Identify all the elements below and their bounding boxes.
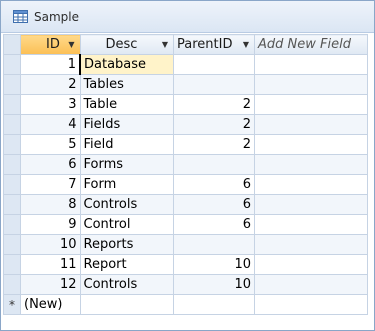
column-header-parentid[interactable]: ParentID ▼ bbox=[173, 34, 255, 55]
add-new-field-cell[interactable] bbox=[254, 74, 368, 95]
table-row[interactable]: 6 Forms bbox=[3, 154, 368, 175]
desc-cell[interactable]: Control bbox=[79, 214, 174, 235]
id-cell[interactable]: 4 bbox=[20, 114, 81, 135]
add-new-field-cell[interactable] bbox=[254, 54, 368, 75]
window-titlebar[interactable]: Sample bbox=[1, 1, 374, 33]
desc-cell[interactable]: Controls bbox=[79, 274, 174, 295]
row-selector[interactable] bbox=[3, 54, 21, 75]
add-new-field-label: Add New Field bbox=[258, 37, 351, 52]
parentid-cell[interactable] bbox=[173, 234, 255, 255]
add-new-field-cell[interactable] bbox=[254, 94, 368, 115]
new-record-desc-cell[interactable] bbox=[79, 294, 174, 315]
row-selector[interactable] bbox=[3, 134, 21, 155]
row-selector[interactable] bbox=[3, 94, 21, 115]
desc-cell[interactable]: Tables bbox=[79, 74, 174, 95]
id-cell[interactable]: 10 bbox=[20, 234, 81, 255]
table-row[interactable]: 11 Report 10 bbox=[3, 254, 368, 275]
table-icon bbox=[13, 10, 28, 23]
row-selector[interactable] bbox=[3, 194, 21, 215]
column-header-id-label: ID bbox=[46, 37, 60, 52]
add-new-field-cell[interactable] bbox=[254, 114, 368, 135]
id-cell[interactable]: 6 bbox=[20, 154, 81, 175]
row-selector[interactable] bbox=[3, 154, 21, 175]
column-header-add-new-field[interactable]: Add New Field bbox=[254, 34, 368, 55]
chevron-down-icon[interactable]: ▼ bbox=[243, 40, 249, 49]
header-row: ID ▼ Desc ▼ ParentID ▼ Add New Field bbox=[3, 34, 368, 55]
column-header-desc-label: Desc bbox=[105, 37, 138, 52]
id-cell[interactable]: 8 bbox=[20, 194, 81, 215]
datasheet-grid: ID ▼ Desc ▼ ParentID ▼ Add New Field 1 D… bbox=[3, 34, 372, 328]
id-cell[interactable]: 1 bbox=[20, 54, 81, 75]
table-row[interactable]: 2 Tables bbox=[3, 74, 368, 95]
id-cell[interactable]: 2 bbox=[20, 74, 81, 95]
add-new-field-cell[interactable] bbox=[254, 234, 368, 255]
table-row[interactable]: 5 Field 2 bbox=[3, 134, 368, 155]
add-new-field-cell[interactable] bbox=[254, 174, 368, 195]
desc-cell[interactable]: Form bbox=[79, 174, 174, 195]
desc-cell[interactable]: Reports bbox=[79, 234, 174, 255]
row-selector[interactable] bbox=[3, 114, 21, 135]
row-selector[interactable] bbox=[3, 74, 21, 95]
column-header-desc[interactable]: Desc ▼ bbox=[79, 34, 174, 55]
id-cell[interactable]: 3 bbox=[20, 94, 81, 115]
parentid-cell[interactable] bbox=[173, 54, 255, 75]
table-row[interactable]: 4 Fields 2 bbox=[3, 114, 368, 135]
row-selector[interactable] bbox=[3, 254, 21, 275]
desc-cell[interactable]: Forms bbox=[79, 154, 174, 175]
select-all-corner[interactable] bbox=[3, 34, 21, 55]
id-cell[interactable]: 12 bbox=[20, 274, 81, 295]
parentid-cell[interactable]: 6 bbox=[173, 214, 255, 235]
add-new-field-cell[interactable] bbox=[254, 214, 368, 235]
column-header-parentid-label: ParentID bbox=[177, 37, 233, 52]
desc-cell[interactable]: Field bbox=[79, 134, 174, 155]
parentid-cell[interactable]: 2 bbox=[173, 134, 255, 155]
add-new-field-cell[interactable] bbox=[254, 274, 368, 295]
id-cell[interactable]: 5 bbox=[20, 134, 81, 155]
new-record-marker[interactable]: * bbox=[3, 294, 21, 315]
parentid-cell[interactable]: 2 bbox=[173, 94, 255, 115]
row-selector[interactable] bbox=[3, 234, 21, 255]
datasheet-table: ID ▼ Desc ▼ ParentID ▼ Add New Field 1 D… bbox=[3, 34, 368, 315]
add-new-field-cell[interactable] bbox=[254, 134, 368, 155]
new-record-id-cell[interactable]: (New) bbox=[20, 294, 81, 315]
table-row[interactable]: 8 Controls 6 bbox=[3, 194, 368, 215]
desc-cell[interactable]: Fields bbox=[79, 114, 174, 135]
add-new-field-cell[interactable] bbox=[254, 254, 368, 275]
window-title: Sample bbox=[34, 9, 79, 24]
table-row[interactable]: 12 Controls 10 bbox=[3, 274, 368, 295]
table-row[interactable]: 3 Table 2 bbox=[3, 94, 368, 115]
parentid-cell[interactable]: 10 bbox=[173, 274, 255, 295]
id-cell[interactable]: 7 bbox=[20, 174, 81, 195]
column-header-id[interactable]: ID ▼ bbox=[20, 34, 81, 55]
parentid-cell[interactable]: 6 bbox=[173, 174, 255, 195]
desc-cell[interactable]: Controls bbox=[79, 194, 174, 215]
parentid-cell[interactable] bbox=[173, 154, 255, 175]
parentid-cell[interactable]: 10 bbox=[173, 254, 255, 275]
chevron-down-icon[interactable]: ▼ bbox=[162, 40, 168, 49]
table-row[interactable]: 1 Database bbox=[3, 54, 368, 75]
parentid-cell[interactable]: 2 bbox=[173, 114, 255, 135]
new-record-add-cell[interactable] bbox=[254, 294, 368, 315]
row-selector[interactable] bbox=[3, 174, 21, 195]
table-row[interactable]: 10 Reports bbox=[3, 234, 368, 255]
rows-body: 1 Database 2 Tables 3 Table 2 4 Fields 2 5 Field 2 6 F… bbox=[3, 54, 368, 295]
table-row[interactable]: 7 Form 6 bbox=[3, 174, 368, 195]
table-row[interactable]: 9 Control 6 bbox=[3, 214, 368, 235]
chevron-down-icon[interactable]: ▼ bbox=[68, 40, 74, 49]
id-cell[interactable]: 9 bbox=[20, 214, 81, 235]
parentid-cell[interactable]: 6 bbox=[173, 194, 255, 215]
add-new-field-cell[interactable] bbox=[254, 154, 368, 175]
new-record-parentid-cell[interactable] bbox=[173, 294, 255, 315]
desc-cell[interactable]: Report bbox=[79, 254, 174, 275]
id-cell[interactable]: 11 bbox=[20, 254, 81, 275]
parentid-cell[interactable] bbox=[173, 74, 255, 95]
add-new-field-cell[interactable] bbox=[254, 194, 368, 215]
new-record-row[interactable]: * (New) bbox=[3, 294, 368, 315]
desc-cell[interactable]: Table bbox=[79, 94, 174, 115]
desc-cell[interactable]: Database bbox=[79, 54, 174, 75]
row-selector[interactable] bbox=[3, 214, 21, 235]
row-selector[interactable] bbox=[3, 274, 21, 295]
datasheet-window: Sample ID ▼ Desc ▼ ParentID ▼ Add New Fi… bbox=[0, 0, 375, 331]
